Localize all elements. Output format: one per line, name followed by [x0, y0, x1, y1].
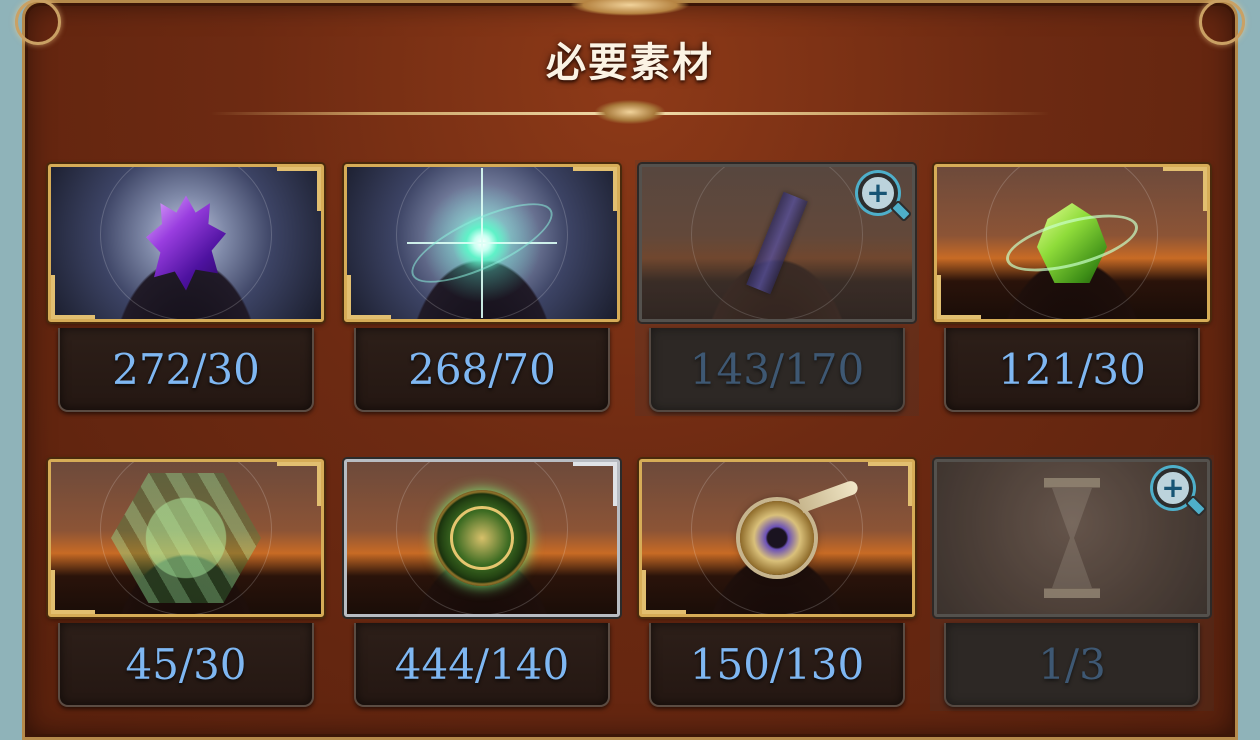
materials-grid: 272/30 268/70 + 143/170 121/30 45/30 444…	[0, 0, 1260, 727]
material-card[interactable]: +	[934, 459, 1210, 617]
material-count: 121/30	[944, 328, 1200, 412]
hourglass-icon	[1044, 478, 1100, 598]
material-count: 150/130	[649, 623, 905, 707]
material-count: 143/170	[649, 328, 905, 412]
material-count: 45/30	[58, 623, 314, 707]
material-count: 1/3	[944, 623, 1200, 707]
material-count: 272/30	[58, 328, 314, 412]
material-count: 268/70	[354, 328, 610, 412]
zoom-in-icon[interactable]: +	[858, 173, 912, 223]
material-card[interactable]	[48, 459, 324, 617]
material-card[interactable]	[639, 459, 915, 617]
material-card[interactable]	[934, 164, 1210, 322]
material-card[interactable]	[344, 164, 620, 322]
zoom-in-icon[interactable]: +	[1153, 468, 1207, 518]
material-count: 444/140	[354, 623, 610, 707]
material-card[interactable]: +	[639, 164, 915, 322]
green-compass-icon	[434, 490, 530, 586]
material-card[interactable]	[344, 459, 620, 617]
material-card[interactable]	[48, 164, 324, 322]
